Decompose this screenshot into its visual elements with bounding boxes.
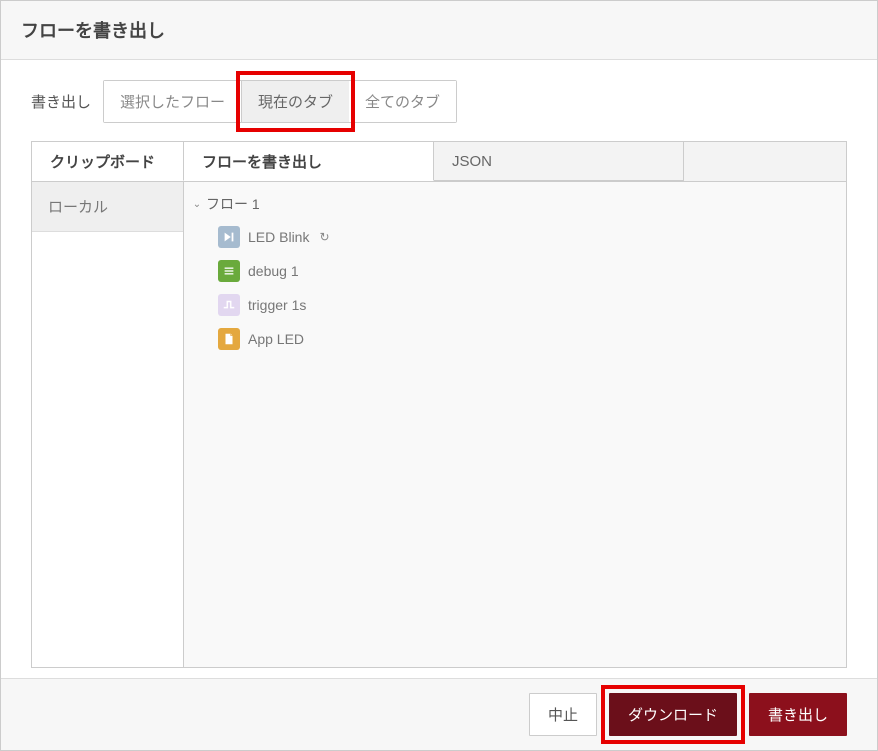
tab-export-flow[interactable]: フローを書き出し [184, 142, 434, 181]
flow-node[interactable]: trigger 1s [216, 288, 838, 322]
flow-group: ⌄ フロー 1 LED Blink ↻ [192, 192, 838, 356]
flow-node-label: trigger 1s [248, 297, 306, 313]
top-tabs: クリップボード フローを書き出し JSON [32, 142, 846, 182]
debug-node-icon [218, 260, 240, 282]
flow-node[interactable]: debug 1 [216, 254, 838, 288]
export-button[interactable]: 書き出し [749, 693, 847, 736]
content-row: ローカル ⌄ フロー 1 LED Bl [32, 182, 846, 667]
flow-node-label: LED Blink [248, 229, 309, 245]
export-scope-buttons: 選択したフロー 現在のタブ 全てのタブ [103, 80, 457, 123]
sidebar: ローカル [32, 182, 184, 667]
scope-current-tab-button[interactable]: 現在のタブ [242, 81, 349, 122]
dialog-header: フローを書き出し [1, 1, 877, 60]
flow-nodes: LED Blink ↻ debug 1 [192, 220, 838, 356]
flow-list: ⌄ フロー 1 LED Blink ↻ [184, 182, 846, 667]
flow-node-label: App LED [248, 331, 304, 347]
trigger-node-icon [218, 294, 240, 316]
export-dialog: フローを書き出し 書き出し 選択したフロー 現在のタブ 全てのタブ クリップボー… [0, 0, 878, 751]
flow-node-label: debug 1 [248, 263, 299, 279]
tab-clipboard[interactable]: クリップボード [32, 142, 184, 181]
repeat-icon: ↻ [319, 230, 329, 244]
download-button-highlight: ダウンロード [609, 693, 737, 736]
flow-group-header[interactable]: ⌄ フロー 1 [192, 192, 838, 216]
export-scope-label: 書き出し [31, 91, 91, 112]
export-scope-row: 書き出し 選択したフロー 現在のタブ 全てのタブ [31, 80, 847, 123]
flow-node[interactable]: LED Blink ↻ [216, 220, 838, 254]
scope-selected-flow-button[interactable]: 選択したフロー [104, 81, 242, 122]
main-area: クリップボード フローを書き出し JSON ローカル ⌄ フロー 1 [31, 141, 847, 668]
function-node-icon [218, 328, 240, 350]
flow-node[interactable]: App LED [216, 322, 838, 356]
sidebar-item-local[interactable]: ローカル [32, 182, 183, 232]
dialog-body: 書き出し 選択したフロー 現在のタブ 全てのタブ クリップボード フローを書き出… [1, 60, 877, 678]
download-button[interactable]: ダウンロード [609, 693, 737, 736]
cancel-button[interactable]: 中止 [529, 693, 597, 736]
dialog-title: フローを書き出し [21, 17, 857, 43]
chevron-down-icon: ⌄ [192, 199, 202, 210]
scope-all-tabs-button[interactable]: 全てのタブ [349, 81, 456, 122]
dialog-footer: 中止 ダウンロード 書き出し [1, 678, 877, 750]
flow-group-name: フロー 1 [206, 194, 260, 214]
inject-node-icon [218, 226, 240, 248]
tab-json[interactable]: JSON [434, 142, 684, 181]
scope-current-tab-highlight: 現在のタブ [242, 81, 349, 122]
